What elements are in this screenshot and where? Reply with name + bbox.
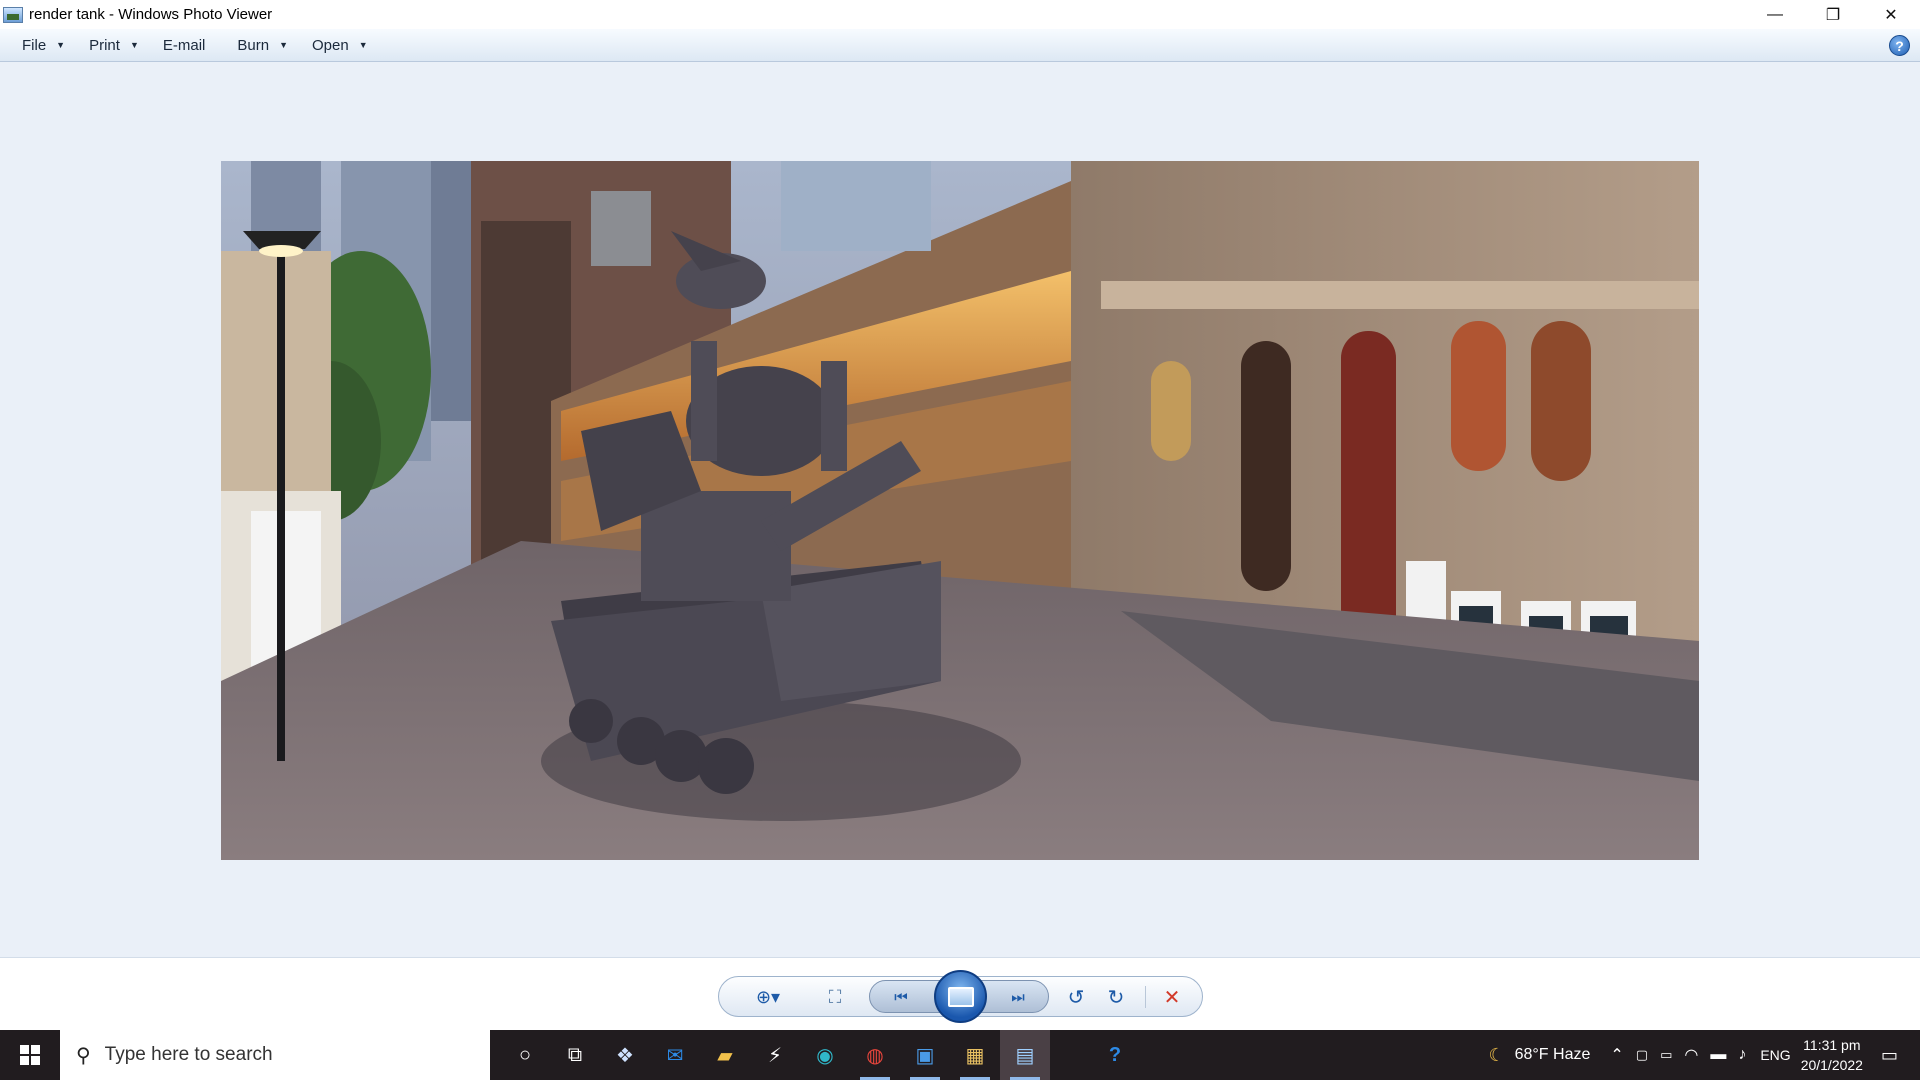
taskbar-search-box[interactable]: ⚲ Type here to search xyxy=(60,1030,490,1080)
media-app-icon: ▦ xyxy=(965,1044,985,1067)
clock-time: 11:31 pm xyxy=(1803,1037,1861,1053)
edge-button[interactable]: ◉ xyxy=(800,1030,850,1080)
menu-file[interactable]: File ▼ xyxy=(10,29,77,62)
start-button[interactable] xyxy=(0,1030,60,1080)
task-view-button[interactable]: ⧉ xyxy=(550,1030,600,1080)
menu-bar: File ▼ Print ▼ E-mail Burn ▼ Open ▼ ? xyxy=(0,29,1920,62)
windows-logo-icon xyxy=(20,1045,40,1065)
minimize-icon: — xyxy=(1767,5,1783,23)
device-icon[interactable]: ▢ xyxy=(1636,1047,1648,1063)
file-explorer-button[interactable]: ▰ xyxy=(700,1030,750,1080)
mail-icon: ✉ xyxy=(666,1044,684,1067)
help-icon: ? xyxy=(1895,37,1904,54)
notifications-icon[interactable]: ▭ xyxy=(1881,1045,1898,1066)
language-indicator[interactable]: ENG xyxy=(1760,1047,1790,1063)
menu-burn[interactable]: Burn ▼ xyxy=(225,29,300,62)
fit-to-window-button[interactable]: ⛶ xyxy=(820,986,850,1008)
restore-button[interactable]: ❐ xyxy=(1804,0,1862,29)
help-button[interactable]: ? xyxy=(1889,35,1910,56)
system-tray: ☾ 68°F Haze ⌃ ▢ ▭ ◠ ▬ ♪ ENG 11:31 pm 20/… xyxy=(1488,1030,1920,1080)
displayed-photo xyxy=(221,161,1699,860)
zoom-icon: ⊕▾ xyxy=(755,986,781,1007)
window-title: render tank - Windows Photo Viewer xyxy=(29,6,273,23)
clock-date: 20/1/2022 xyxy=(1800,1057,1863,1073)
title-bar: render tank - Windows Photo Viewer — ❐ ✕ xyxy=(0,0,1920,29)
zoom-button[interactable]: ⊕▾ xyxy=(748,986,788,1008)
menu-print[interactable]: Print ▼ xyxy=(77,29,151,62)
photos-icon: ▣ xyxy=(915,1044,935,1067)
previous-button[interactable]: ⏮ xyxy=(886,986,916,1008)
app-bolt-button[interactable]: ⚡ xyxy=(750,1030,800,1080)
window-controls: — ❐ ✕ xyxy=(1746,0,1920,29)
menu-email-label: E-mail xyxy=(162,36,206,54)
task-view-icon: ⧉ xyxy=(567,1043,583,1066)
weather-icon: ☾ xyxy=(1488,1044,1505,1065)
clock[interactable]: 11:31 pm 20/1/2022 xyxy=(1801,1035,1863,1075)
rotate-counterclockwise-icon: ↺ xyxy=(1067,986,1085,1009)
weather-text[interactable]: 68°F Haze xyxy=(1515,1046,1591,1064)
slideshow-button[interactable] xyxy=(934,970,987,1023)
menu-open-label: Open xyxy=(311,36,349,54)
delete-button[interactable]: ✕ xyxy=(1158,986,1186,1009)
chrome-icon: ◍ xyxy=(866,1044,884,1067)
playback-control-bar: ⊕▾ ⛶ ⏮ ⏭ ↺ ↻ ✕ xyxy=(0,957,1920,1030)
file-explorer-icon: ▰ xyxy=(717,1044,733,1067)
edge-icon: ◉ xyxy=(816,1044,834,1067)
mail-button[interactable]: ✉ xyxy=(650,1030,700,1080)
close-button[interactable]: ✕ xyxy=(1862,0,1920,29)
chevron-down-icon: ▼ xyxy=(129,40,139,50)
help-app-button[interactable]: ? xyxy=(1090,1030,1140,1080)
minimize-button[interactable]: — xyxy=(1746,0,1804,29)
cortana-button[interactable]: ○ xyxy=(500,1030,550,1080)
tank-render-image xyxy=(221,161,1699,860)
rotate-clockwise-button[interactable]: ↻ xyxy=(1102,986,1130,1009)
photo-viewer-app-icon xyxy=(3,6,23,23)
slideshow-icon xyxy=(947,986,974,1007)
menu-email[interactable]: E-mail xyxy=(151,29,218,62)
battery-icon[interactable]: ▬ xyxy=(1710,1046,1726,1064)
windows-taskbar: ⚲ Type here to search ○ ⧉ ❖ ✉ ▰ ⚡ ◉ ◍ ▣ … xyxy=(0,1030,1920,1080)
dropbox-button[interactable]: ❖ xyxy=(600,1030,650,1080)
chevron-up-icon[interactable]: ⌃ xyxy=(1610,1045,1623,1065)
app-bolt-icon: ⚡ xyxy=(767,1044,783,1067)
volume-icon[interactable]: ♪ xyxy=(1738,1046,1746,1064)
dropbox-icon: ❖ xyxy=(616,1044,634,1067)
restore-icon: ❐ xyxy=(1825,6,1841,24)
delete-icon: ✕ xyxy=(1163,986,1181,1009)
search-icon: ⚲ xyxy=(76,1044,91,1067)
chevron-down-icon: ▼ xyxy=(56,40,66,50)
image-viewer-area xyxy=(0,62,1920,957)
photo-viewer-taskbar-button[interactable]: ▤ xyxy=(1000,1030,1050,1080)
menu-file-label: File xyxy=(22,36,47,54)
rotate-counterclockwise-button[interactable]: ↺ xyxy=(1062,986,1090,1009)
display-icon[interactable]: ▭ xyxy=(1660,1047,1672,1063)
menu-open[interactable]: Open ▼ xyxy=(300,29,380,62)
photos-button[interactable]: ▣ xyxy=(900,1030,950,1080)
divider xyxy=(1145,986,1146,1008)
close-icon: ✕ xyxy=(1884,6,1898,24)
media-app-button[interactable]: ▦ xyxy=(950,1030,1000,1080)
photo-viewer-icon: ▤ xyxy=(1015,1044,1035,1067)
menu-burn-label: Burn xyxy=(237,36,270,54)
help-app-icon: ? xyxy=(1108,1043,1122,1066)
next-icon: ⏭ xyxy=(1011,988,1025,1006)
previous-icon: ⏮ xyxy=(894,988,908,1006)
rotate-clockwise-icon: ↻ xyxy=(1107,986,1125,1009)
chrome-button[interactable]: ◍ xyxy=(850,1030,900,1080)
chevron-down-icon: ▼ xyxy=(358,40,368,50)
chevron-down-icon: ▼ xyxy=(279,40,288,50)
next-button[interactable]: ⏭ xyxy=(1003,986,1033,1008)
cortana-icon: ○ xyxy=(518,1043,532,1066)
menu-print-label: Print xyxy=(89,36,120,54)
fit-to-window-icon: ⛶ xyxy=(828,986,842,1007)
wifi-icon[interactable]: ◠ xyxy=(1684,1045,1698,1065)
search-placeholder: Type here to search xyxy=(104,1044,273,1065)
